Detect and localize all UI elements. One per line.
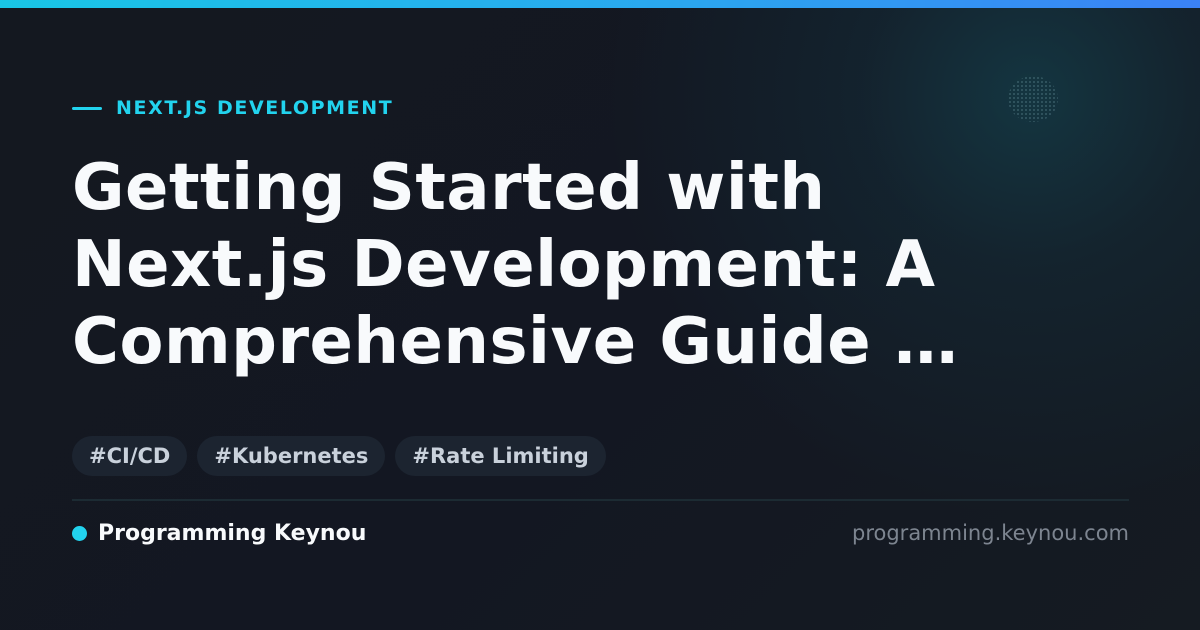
site-domain: programming.keynou.com: [852, 521, 1129, 545]
dot-pattern-decoration: [1008, 76, 1058, 122]
tag-kubernetes: #Kubernetes: [197, 436, 386, 476]
brand-dot-icon: [72, 525, 87, 541]
brand: Programming Keynou: [72, 517, 366, 549]
title-line-1: Getting Started with: [72, 151, 826, 225]
tag-list: #CI/CD #Kubernetes #Rate Limiting: [72, 436, 606, 476]
social-card: NEXT.JS DEVELOPMENT Getting Started with…: [0, 0, 1200, 630]
category-accent-line: [72, 106, 102, 110]
top-accent-bar: [0, 0, 1200, 8]
footer-divider: [72, 499, 1129, 501]
tag-rate-limiting: #Rate Limiting: [395, 436, 606, 476]
brand-name: Programming Keynou: [98, 520, 367, 546]
category-label: NEXT.JS DEVELOPMENT: [116, 97, 394, 119]
title-line-3: Comprehensive Guide …: [72, 305, 959, 379]
title-line-2: Next.js Development: A: [72, 228, 936, 302]
page-title: Getting Started with Next.js Development…: [72, 150, 1132, 381]
tag-ci-cd: #CI/CD: [72, 436, 188, 476]
category-header: NEXT.JS DEVELOPMENT: [72, 94, 393, 122]
